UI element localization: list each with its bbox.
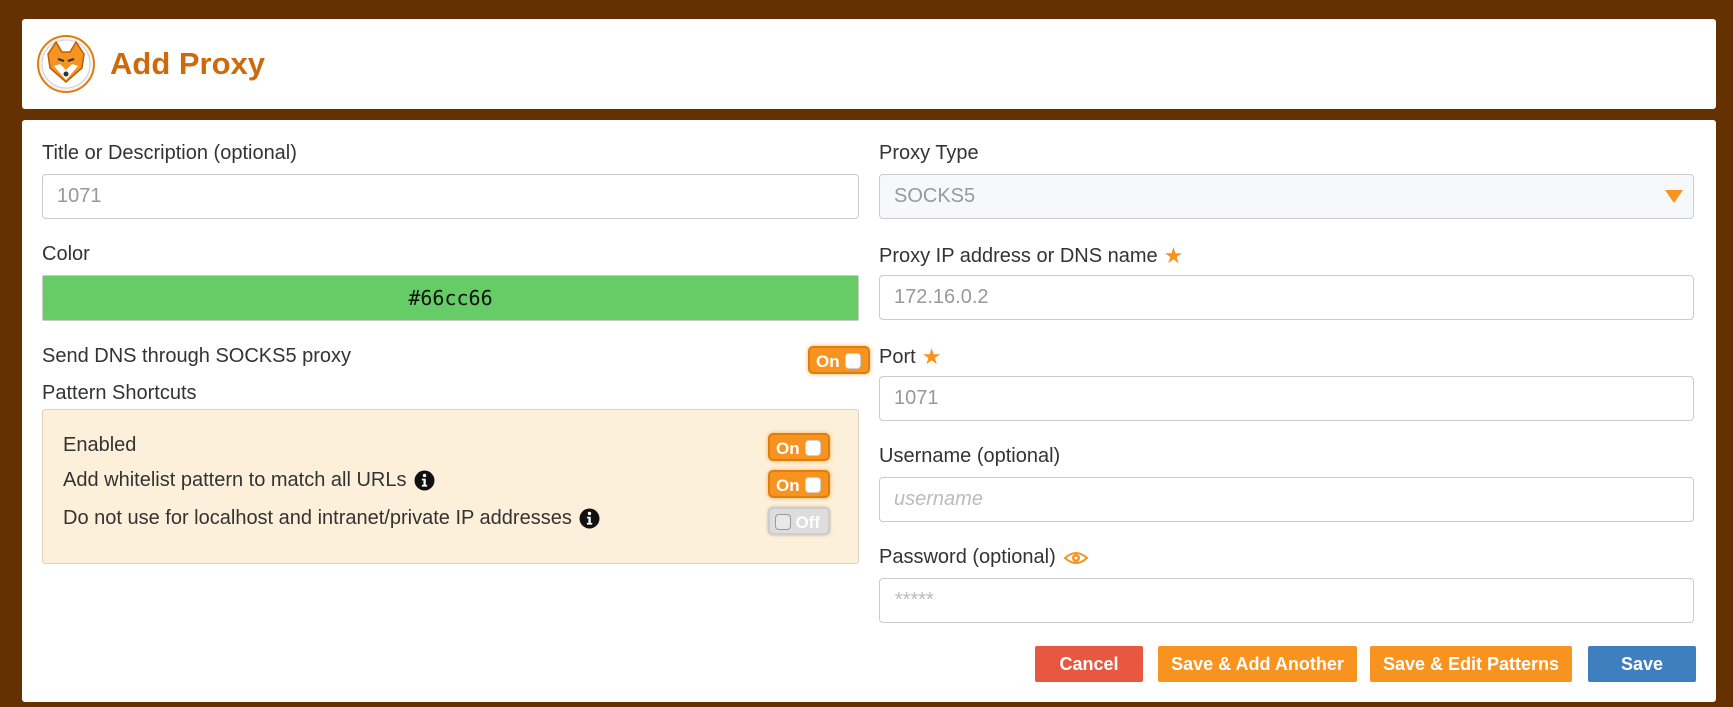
page-header: Add Proxy — [22, 19, 1716, 109]
shortcut-whitelist-toggle[interactable]: On — [768, 470, 830, 498]
password-input[interactable]: ***** — [879, 578, 1694, 623]
toggle-text: On — [776, 439, 800, 458]
shortcut-localhost-label: Do not use for localhost and intranet/pr… — [63, 507, 600, 530]
foxyproxy-logo-icon — [37, 35, 95, 93]
shortcut-whitelist-label: Add whitelist pattern to match all URLs — [63, 469, 435, 492]
proxy-type-value: SOCKS5 — [894, 185, 976, 207]
send-dns-label: Send DNS through SOCKS5 proxy — [42, 345, 352, 367]
toggle-knob — [845, 353, 861, 369]
shortcut-enabled-label: Enabled — [63, 434, 136, 457]
toggle-text: On — [776, 476, 800, 495]
pattern-shortcuts-label: Pattern Shortcuts — [42, 382, 197, 404]
shortcut-label-text: Enabled — [63, 434, 137, 456]
toggle-knob — [775, 514, 791, 530]
ip-input[interactable]: 172.16.0.2 — [879, 275, 1694, 320]
shortcut-label-text: Add whitelist pattern to match all URLs — [63, 469, 407, 491]
username-input[interactable]: username — [879, 477, 1694, 522]
username-label: Username (optional) — [879, 445, 1061, 467]
toggle-knob — [805, 440, 821, 456]
shortcut-enabled-toggle[interactable]: On — [768, 433, 830, 461]
proxy-type-select[interactable]: SOCKS5 — [879, 174, 1694, 219]
color-label: Color — [42, 243, 90, 265]
required-star-icon: ★ — [921, 344, 942, 369]
password-label: Password (optional) — [879, 546, 1088, 569]
add-proxy-form: Title or Description (optional) 1071 Col… — [22, 120, 1716, 702]
toggle-knob — [805, 477, 821, 493]
send-dns-toggle[interactable]: On — [808, 346, 870, 374]
info-icon[interactable] — [579, 508, 600, 529]
shortcut-localhost-toggle[interactable]: Off — [768, 507, 830, 535]
port-input[interactable]: 1071 — [879, 376, 1694, 421]
shortcut-label-text: Do not use for localhost and intranet/pr… — [63, 507, 572, 529]
toggle-text: On — [816, 352, 840, 371]
port-label-text: Port — [879, 345, 916, 368]
pattern-shortcuts-box: Enabled On Add whitelist pattern to matc… — [42, 409, 859, 564]
info-icon[interactable] — [414, 470, 435, 491]
password-label-text: Password (optional) — [879, 546, 1056, 568]
proxy-type-label: Proxy Type — [879, 142, 979, 164]
save-edit-patterns-button[interactable]: Save & Edit Patterns — [1370, 646, 1572, 682]
page-title: Add Proxy — [110, 46, 266, 81]
save-add-another-button[interactable]: Save & Add Another — [1158, 646, 1357, 682]
ip-label: Proxy IP address or DNS name ★ — [879, 243, 1183, 269]
ip-label-text: Proxy IP address or DNS name — [879, 244, 1158, 267]
port-label: Port ★ — [879, 344, 941, 370]
title-label: Title or Description (optional) — [42, 142, 297, 164]
required-star-icon: ★ — [1163, 243, 1184, 268]
title-input[interactable]: 1071 — [42, 174, 859, 219]
cancel-button[interactable]: Cancel — [1035, 646, 1143, 682]
color-picker[interactable]: #66cc66 — [42, 275, 859, 321]
chevron-down-icon — [1665, 190, 1683, 203]
eye-icon[interactable] — [1063, 549, 1088, 567]
toggle-text: Off — [795, 513, 820, 532]
save-button[interactable]: Save — [1588, 646, 1696, 682]
